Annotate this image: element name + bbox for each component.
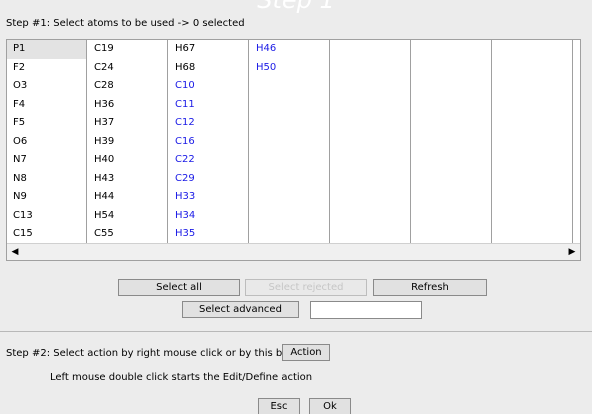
- atom-item[interactable]: C13: [7, 207, 86, 226]
- atom-item[interactable]: C10: [169, 77, 248, 96]
- atom-column: [493, 40, 573, 243]
- ok-button[interactable]: Ok: [309, 398, 351, 414]
- atom-item[interactable]: P1: [7, 40, 86, 59]
- atom-item[interactable]: C16: [169, 133, 248, 152]
- atom-item[interactable]: H33: [169, 188, 248, 207]
- atom-item[interactable]: H35: [169, 225, 248, 244]
- scroll-right-arrow-icon[interactable]: ▶: [565, 244, 579, 260]
- advanced-selection-input[interactable]: [310, 301, 422, 319]
- atom-item[interactable]: C22: [169, 151, 248, 170]
- atom-item[interactable]: H37: [88, 114, 167, 133]
- atom-item[interactable]: H39: [88, 133, 167, 152]
- atom-item[interactable]: H67: [169, 40, 248, 59]
- atom-item[interactable]: C12: [169, 114, 248, 133]
- horizontal-scrollbar[interactable]: ◀ ▶: [7, 243, 580, 260]
- atom-item[interactable]: C19: [88, 40, 167, 59]
- refresh-button[interactable]: Refresh: [373, 279, 487, 296]
- esc-button[interactable]: Esc: [258, 398, 300, 414]
- select-rejected-button[interactable]: Select rejected: [245, 279, 367, 296]
- atom-item[interactable]: C29: [169, 170, 248, 189]
- atom-item[interactable]: F4: [7, 96, 86, 115]
- atom-item[interactable]: C55: [88, 225, 167, 244]
- atom-item[interactable]: O3: [7, 77, 86, 96]
- atom-item[interactable]: H68: [169, 59, 248, 78]
- step1-label: Step #1: Select atoms to be used -> 0 se…: [6, 18, 245, 29]
- atom-column: H46 H50: [250, 40, 330, 243]
- window-title: Step 1: [257, 0, 335, 14]
- atom-column: C19 C24 C28 H36 H37 H39 H40 H43 H44 H54 C55: [88, 40, 168, 243]
- atom-column: [331, 40, 411, 243]
- atom-item[interactable]: N9: [7, 188, 86, 207]
- atom-item[interactable]: N7: [7, 151, 86, 170]
- atom-item[interactable]: H34: [169, 207, 248, 226]
- atom-column: [412, 40, 492, 243]
- action-button[interactable]: Action: [282, 344, 330, 361]
- section-divider: [0, 331, 592, 332]
- atom-item[interactable]: H46: [250, 40, 329, 59]
- atom-item[interactable]: H54: [88, 207, 167, 226]
- atom-item[interactable]: H44: [88, 188, 167, 207]
- atom-item[interactable]: C28: [88, 77, 167, 96]
- scroll-left-arrow-icon[interactable]: ◀: [8, 244, 22, 260]
- atom-item[interactable]: C15: [7, 225, 86, 244]
- atom-item[interactable]: N8: [7, 170, 86, 189]
- double-click-hint: Left mouse double click starts the Edit/…: [50, 372, 313, 383]
- atom-item[interactable]: C24: [88, 59, 167, 78]
- atom-item[interactable]: O6: [7, 133, 86, 152]
- atom-list[interactable]: P1 F2 O3 F4 F5 O6 N7 N8 N9 C13 C15 C19 C24 C28 H36 H37 H…: [6, 39, 581, 261]
- atom-item[interactable]: F2: [7, 59, 86, 78]
- atom-item[interactable]: F5: [7, 114, 86, 133]
- atom-item[interactable]: H43: [88, 170, 167, 189]
- atom-item[interactable]: H40: [88, 151, 167, 170]
- atom-column: H67 H68 C10 C11 C12 C16 C22 C29 H33 H34 H35: [169, 40, 249, 243]
- select-advanced-button[interactable]: Select advanced: [182, 301, 299, 318]
- atom-item[interactable]: H36: [88, 96, 167, 115]
- select-all-button[interactable]: Select all: [118, 279, 240, 296]
- atom-item[interactable]: H50: [250, 59, 329, 78]
- step2-label: Step #2: Select action by right mouse cl…: [6, 348, 313, 359]
- atom-item[interactable]: C11: [169, 96, 248, 115]
- atom-column: P1 F2 O3 F4 F5 O6 N7 N8 N9 C13 C15: [7, 40, 87, 243]
